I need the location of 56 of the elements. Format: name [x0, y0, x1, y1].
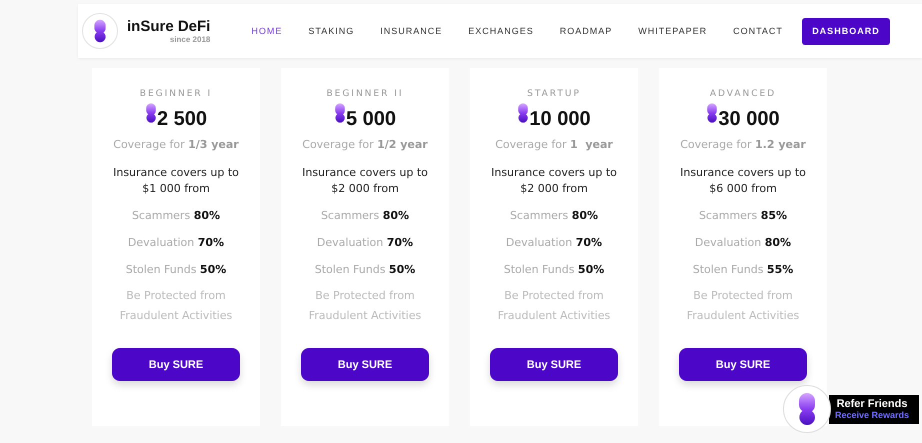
refer-subtitle: Receive Rewards	[835, 410, 910, 420]
covers-text: Insurance covers up to $2 000 from	[301, 165, 429, 197]
plan-label: BEGINNER II	[326, 89, 404, 99]
risk-text: Devaluation 70%	[316, 235, 414, 251]
covers-text: Insurance covers up to $1 000 from	[112, 165, 240, 197]
plan-amount: 2 500	[156, 108, 208, 131]
nav-link[interactable]: HOME	[238, 26, 296, 36]
coverage-text: Coverage for 1/3 year	[113, 138, 239, 151]
nav-link[interactable]: CONTACT	[720, 26, 796, 36]
logo-icon	[797, 392, 817, 426]
buy-button[interactable]: Buy SURE	[490, 348, 618, 381]
dashboard-button[interactable]: DASHBOARD	[802, 18, 890, 44]
risk-text: Devaluation 80%	[694, 235, 792, 251]
plan-note: Be Protected from Fraudulent Activities	[686, 288, 800, 324]
refer-title: Refer Friends	[836, 398, 908, 410]
risk-text: Stolen Funds 55%	[692, 262, 794, 278]
logo-icon	[93, 19, 107, 43]
covers-text: Insurance covers up to $6 000 from	[679, 165, 807, 197]
logo-badge[interactable]	[82, 13, 118, 49]
risk-text: Scammers 80%	[510, 208, 598, 224]
risk-text: Scammers 80%	[320, 208, 410, 224]
plan-amount: 30 000	[718, 108, 780, 131]
coverage-text: Coverage for 1.2 year	[680, 138, 806, 151]
risk-text: Stolen Funds 50%	[126, 262, 226, 278]
buy-button[interactable]: Buy SURE	[301, 348, 429, 381]
risk-text: Devaluation 70%	[506, 235, 602, 251]
covers-text: Insurance covers up to $2 000 from	[490, 165, 618, 197]
plan-note: Be Protected from Fraudulent Activities	[496, 288, 612, 324]
plan-note: Be Protected from Fraudulent Activities	[118, 288, 234, 324]
logo-icon	[706, 103, 718, 123]
risk-text: Stolen Funds 50%	[504, 262, 604, 278]
risk-text: Devaluation 70%	[128, 235, 224, 251]
nav-link[interactable]: ROADMAP	[546, 26, 626, 36]
coverage-text: Coverage for 1 year	[495, 138, 613, 151]
logo-icon	[517, 103, 530, 123]
nav-link[interactable]: STAKING	[295, 26, 368, 36]
nav-link[interactable]: INSURANCE	[367, 26, 456, 36]
nav-link[interactable]: EXCHANGES	[455, 26, 547, 36]
risk-text: Scammers 80%	[132, 208, 220, 224]
plan-label: ADVANCED	[710, 89, 776, 99]
buy-button[interactable]: Buy SURE	[679, 348, 807, 381]
logo-icon	[144, 103, 157, 123]
buy-button[interactable]: Buy SURE	[112, 348, 240, 381]
plan-note: Be Protected from Fraudulent Activities	[308, 288, 422, 324]
risk-text: Scammers 85%	[698, 208, 788, 224]
brand-name: inSure DeFi	[127, 18, 210, 34]
brand-tagline: since 2018	[168, 34, 210, 44]
nav-link[interactable]: WHITEPAPER	[625, 26, 720, 36]
risk-text: Stolen Funds 50%	[314, 262, 416, 278]
logo-icon	[334, 103, 346, 123]
plan-amount: 5 000	[346, 108, 396, 131]
refer-banner[interactable]: Refer Friends Receive Rewards	[829, 394, 920, 424]
coverage-text: Coverage for 1/2 year	[302, 138, 428, 151]
plan-label: STARTUP	[527, 89, 581, 99]
plan-label: BEGINNER I	[140, 89, 212, 99]
plan-amount: 10 000	[529, 108, 591, 131]
